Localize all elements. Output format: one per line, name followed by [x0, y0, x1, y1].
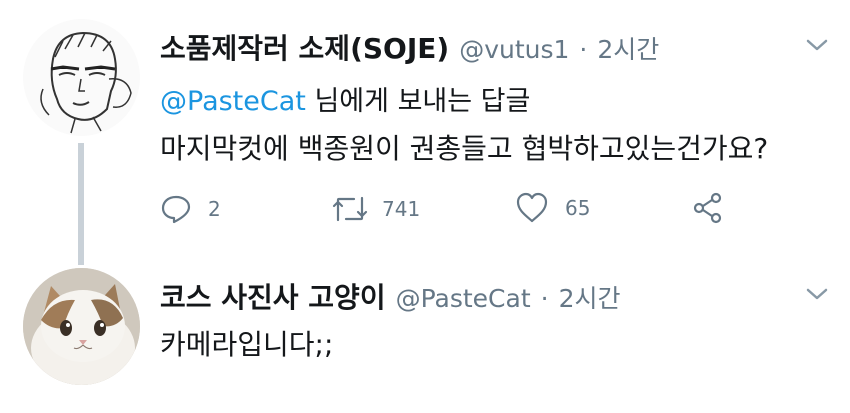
reply-count: 2 — [208, 197, 221, 221]
like-count: 65 — [565, 196, 591, 220]
avatar[interactable] — [23, 19, 140, 136]
retweet-icon — [332, 196, 368, 222]
separator: · — [579, 35, 588, 64]
reply-context: @PasteCat 님에게 보내는 답글 — [160, 79, 530, 118]
like-icon — [516, 192, 548, 223]
timestamp[interactable]: 2시간 — [559, 279, 621, 315]
thread-line — [78, 143, 84, 265]
tweet-header: 소품제작러 소제(SOJE) @vutus1 · 2시간 — [160, 27, 659, 67]
handle[interactable]: @vutus1 — [459, 35, 569, 64]
reply-suffix: 님에게 보내는 답글 — [314, 86, 531, 117]
chevron-down-icon[interactable] — [803, 36, 831, 54]
share-icon — [693, 192, 722, 224]
display-name[interactable]: 코스 사진사 고양이 — [160, 276, 386, 316]
display-name[interactable]: 소품제작러 소제(SOJE) — [160, 27, 449, 67]
tweet-header: 코스 사진사 고양이 @PasteCat · 2시간 — [160, 276, 621, 316]
reply-mention-link[interactable]: @PasteCat — [160, 86, 306, 117]
avatar[interactable] — [23, 268, 140, 385]
separator: · — [540, 284, 549, 313]
share-button[interactable] — [692, 192, 724, 224]
timestamp[interactable]: 2시간 — [597, 30, 659, 66]
handle[interactable]: @PasteCat — [396, 284, 531, 313]
tweet-text: 카메라입니다;; — [160, 328, 334, 361]
chevron-down-icon[interactable] — [803, 285, 831, 303]
reply-button[interactable]: 2 — [160, 194, 221, 224]
reply-icon — [161, 195, 191, 224]
retweet-count: 741 — [382, 197, 421, 221]
like-button[interactable]: 65 — [515, 192, 590, 224]
tweet-text: 마지막컷에 백종원이 권총들고 협박하고있는건가요? — [160, 132, 769, 165]
retweet-button[interactable]: 741 — [330, 194, 420, 224]
